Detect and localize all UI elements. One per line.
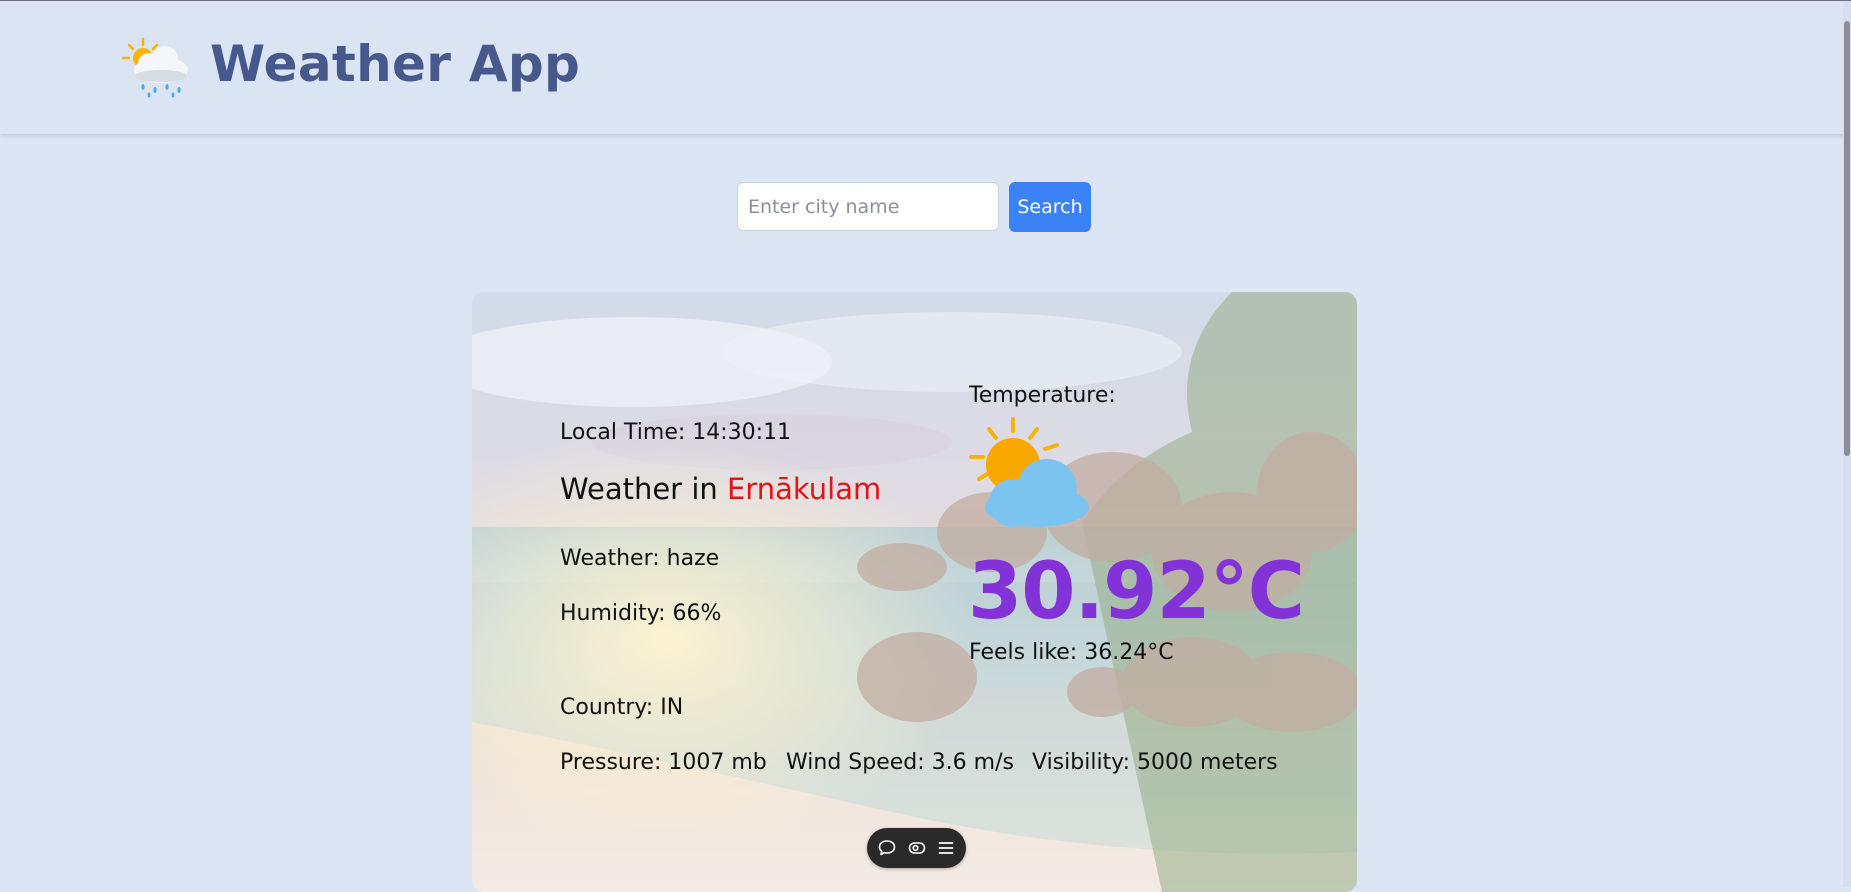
local-time: Local Time: 14:30:11 [560,420,792,445]
city-search-input[interactable] [737,182,999,231]
weather-card: Local Time: 14:30:11 Weather in Ernākula… [472,292,1357,892]
app-title: Weather App [210,35,581,93]
feels-like: Feels like: 36.24°C [969,640,1174,665]
city-name: Ernākulam [726,472,882,506]
app-header: Weather App [0,1,1851,134]
weather-heading: Weather in Ernākulam [560,472,881,506]
temperature-label: Temperature: [969,383,1116,408]
menu-icon[interactable] [936,838,956,858]
eye-icon[interactable] [907,838,927,858]
pressure: Pressure: 1007 mb [560,750,767,775]
temperature-value: 30.92°C [968,547,1305,637]
comment-icon[interactable] [877,838,897,858]
wind-speed: Wind Speed: 3.6 m/s [786,750,1014,775]
floating-toolbar [867,828,966,868]
humidity: Humidity: 66% [560,601,722,626]
weather-condition: Weather: haze [560,546,720,571]
page-scrollbar[interactable] [1843,1,1851,887]
search-button[interactable]: Search [1009,182,1091,232]
sun-behind-cloud-icon [969,417,1089,527]
heading-prefix: Weather in [560,472,727,506]
visibility: Visibility: 5000 meters [1032,750,1278,775]
country: Country: IN [560,695,684,720]
sun-behind-rain-cloud-icon [121,37,188,98]
scrollbar-thumb[interactable] [1844,21,1850,456]
